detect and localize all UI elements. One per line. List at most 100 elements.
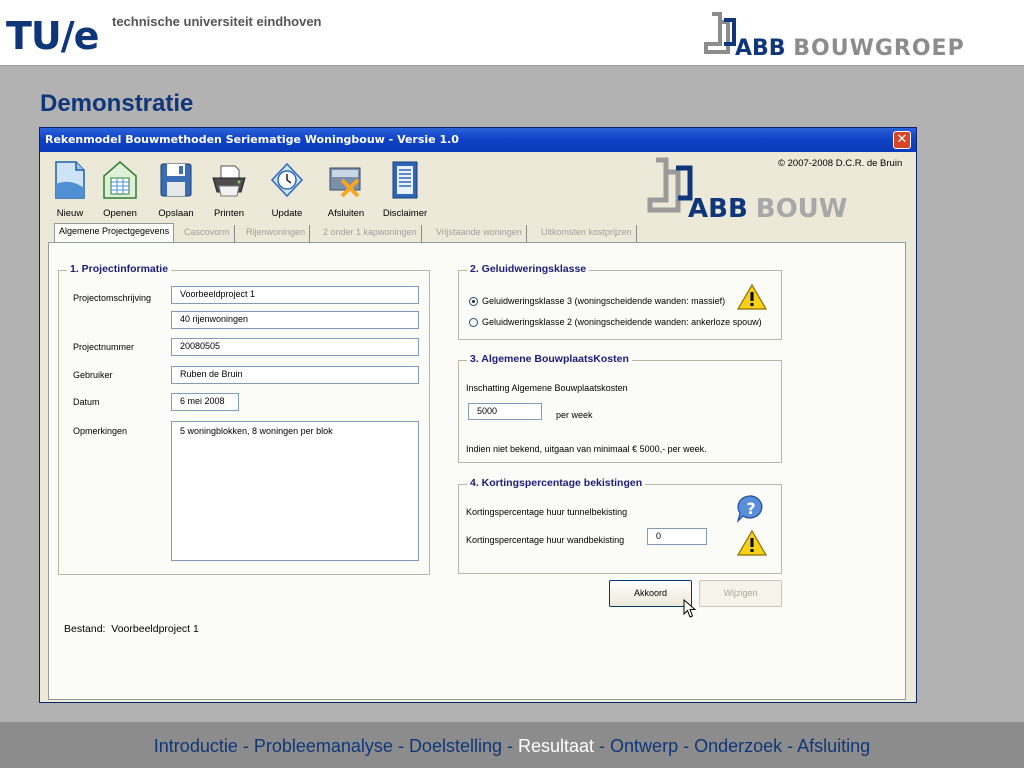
nav-item-onderzoek[interactable]: Onderzoek xyxy=(694,736,782,756)
nav-item-introductie[interactable]: Introductie xyxy=(154,736,238,756)
bouwplaatskosten-label: Inschatting Algemene Bouwplaatskosten xyxy=(466,383,628,393)
geluidweringsklasse-2-radio[interactable] xyxy=(469,318,478,327)
gebruiker-field[interactable]: Ruben de Bruin xyxy=(171,366,419,384)
abb-bouw-text: BOUW xyxy=(755,194,848,224)
toolbar-open-button[interactable]: Openen xyxy=(90,158,150,226)
tab-label: Cascovorm xyxy=(184,227,230,237)
tue-logo: TU/e xyxy=(6,14,99,58)
printer-icon xyxy=(212,165,246,197)
nav-item-doelstelling[interactable]: Doelstelling xyxy=(409,736,502,756)
abb-bouwgroep-logo: ABB BOUWGROEP xyxy=(735,36,965,61)
opmerkingen-label: Opmerkingen xyxy=(73,426,128,436)
toolbar-update-button[interactable]: Update xyxy=(257,158,317,226)
akkoord-button[interactable]: Akkoord xyxy=(609,580,692,607)
tab-algemene-projectgegevens[interactable]: Algemene Projectgegevens xyxy=(54,223,175,243)
tab-panel: 1. Projectinformatie Projectomschrijving… xyxy=(48,242,906,700)
group-bouwplaatskosten: 3. Algemene BouwplaatsKosten Inschatting… xyxy=(458,353,782,463)
warning-icon xyxy=(737,530,767,556)
projectnummer-label: Projectnummer xyxy=(73,342,135,352)
abb-brand-text: ABB xyxy=(688,194,748,224)
projectnummer-field[interactable]: 20080505 xyxy=(171,338,419,356)
close-icon: ✕ xyxy=(896,132,908,147)
toolbar-label: Disclaimer xyxy=(382,208,428,219)
toolbar-label: Update xyxy=(271,208,303,219)
section-navigation: Introductie - Probleemanalyse - Doelstel… xyxy=(0,736,1024,757)
group-geluidweringsklasse: 2. Geluidweringsklasse Geluidweringsklas… xyxy=(458,263,782,340)
slide-header: TU/e technische universiteit eindhoven A… xyxy=(0,0,1024,66)
wijzigen-button[interactable]: Wijzigen xyxy=(699,580,782,607)
geluidweringsklasse-3-label[interactable]: Geluidweringsklasse 3 (woningscheidende … xyxy=(482,296,725,306)
projectomschrijving-field-2[interactable]: 40 rijenwoningen xyxy=(171,311,419,329)
nav-separator: - xyxy=(594,736,611,756)
tab-uitkomsten-kostprijzen[interactable]: Uitkomsten kostprijzen xyxy=(537,225,637,242)
tue-logo-text: TU/e xyxy=(6,14,99,58)
abb-bouw-logo: ABB BOUW xyxy=(688,194,847,224)
datum-field[interactable]: 6 mei 2008 xyxy=(171,393,239,411)
toolbar-close-app-button[interactable]: Afsluiten xyxy=(316,158,376,226)
geluidweringsklasse-2-label[interactable]: Geluidweringsklasse 2 (woningscheidende … xyxy=(482,317,762,327)
opmerkingen-textarea[interactable]: 5 woningblokken, 8 woningen per blok xyxy=(171,421,419,561)
tab-label: Uitkomsten kostprijzen xyxy=(541,227,632,237)
bouwplaatskosten-field[interactable]: 5000 xyxy=(468,403,542,420)
bestand-status: Bestand: Voorbeeldproject 1 xyxy=(64,623,199,635)
disclaimer-document-icon xyxy=(392,161,418,199)
app-window: Rekenmodel Bouwmethoden Seriematige Woni… xyxy=(39,127,917,703)
group-kortingspercentage: 4. Kortingspercentage bekistingen Kortin… xyxy=(458,477,782,574)
nav-item-resultaat[interactable]: Resultaat xyxy=(518,736,594,756)
toolbar-print-button[interactable]: Printen xyxy=(199,158,259,226)
toolbar-disclaimer-button[interactable]: Disclaimer xyxy=(375,158,435,226)
nav-separator: - xyxy=(237,736,254,756)
mouse-cursor-icon xyxy=(683,599,697,618)
floppy-disk-icon xyxy=(160,163,192,197)
close-window-button[interactable]: ✕ xyxy=(893,131,911,149)
tab-2-onder-1-kapwoningen[interactable]: 2 onder 1 kapwoningen xyxy=(319,225,422,242)
nav-separator: - xyxy=(392,736,409,756)
toolbar-label: Opslaan xyxy=(158,208,194,219)
close-app-icon xyxy=(329,167,361,198)
gebruiker-label: Gebruiker xyxy=(73,370,113,380)
copyright-text: © 2007-2008 D.C.R. de Bruin xyxy=(778,158,903,169)
slide-title: Demonstratie xyxy=(40,90,194,117)
warning-icon xyxy=(737,284,767,310)
help-question-icon[interactable]: ? xyxy=(736,494,766,524)
bestand-label: Bestand: xyxy=(64,623,106,635)
window-titlebar[interactable]: Rekenmodel Bouwmethoden Seriematige Woni… xyxy=(40,128,916,152)
tab-vrijstaande-woningen[interactable]: Vrijstaande woningen xyxy=(432,225,527,242)
tab-label: Algemene Projectgegevens xyxy=(59,226,170,236)
open-spreadsheet-icon xyxy=(103,161,137,199)
svg-text:?: ? xyxy=(746,499,755,518)
tab-label: 2 onder 1 kapwoningen xyxy=(323,227,417,237)
toolbar-label: Openen xyxy=(103,208,137,219)
tab-cascovorm[interactable]: Cascovorm xyxy=(180,225,235,242)
toolbar-label: Afsluiten xyxy=(327,208,365,219)
toolbar-save-button[interactable]: Opslaan xyxy=(146,158,206,226)
nav-separator: - xyxy=(782,736,798,756)
toolbar-label: Printen xyxy=(213,208,245,219)
tab-label: Vrijstaande woningen xyxy=(436,227,522,237)
datum-label: Datum xyxy=(73,397,100,407)
nav-separator: - xyxy=(678,736,695,756)
tue-subtitle: technische universiteit eindhoven xyxy=(112,14,322,29)
group-title: 1. Projectinformatie xyxy=(67,263,172,275)
bouwplaatskosten-unit: per week xyxy=(556,410,593,420)
group-title: 3. Algemene BouwplaatsKosten xyxy=(467,353,632,365)
geluidweringsklasse-3-radio[interactable] xyxy=(469,297,478,306)
bouwplaatskosten-note: Indien niet bekend, uitgaan van minimaal… xyxy=(466,444,707,454)
nav-item-ontwerp[interactable]: Ontwerp xyxy=(610,736,678,756)
projectomschrijving-field-1[interactable]: Voorbeeldproject 1 xyxy=(171,286,419,304)
nav-item-probleemanalyse[interactable]: Probleemanalyse xyxy=(254,736,393,756)
projectomschrijving-label: Projectomschrijving xyxy=(73,293,152,303)
new-document-icon xyxy=(55,161,85,199)
wandbekisting-label: Kortingspercentage huur wandbekisting xyxy=(466,535,625,545)
nav-item-afsluiting[interactable]: Afsluiting xyxy=(797,736,870,756)
abb-group-text: BOUWGROEP xyxy=(793,36,965,61)
nav-separator: - xyxy=(502,736,518,756)
wandbekisting-field[interactable]: 0 xyxy=(647,528,707,545)
tunnelbekisting-label: Kortingspercentage huur tunnelbekisting xyxy=(466,507,628,517)
tab-rijenwoningen[interactable]: Rijenwoningen xyxy=(242,225,311,242)
group-title: 2. Geluidweringsklasse xyxy=(467,263,590,275)
group-title: 4. Kortingspercentage bekistingen xyxy=(467,477,646,489)
clock-update-icon xyxy=(270,162,304,198)
window-title: Rekenmodel Bouwmethoden Seriematige Woni… xyxy=(45,133,459,146)
abb-brand-text: ABB xyxy=(735,36,786,61)
